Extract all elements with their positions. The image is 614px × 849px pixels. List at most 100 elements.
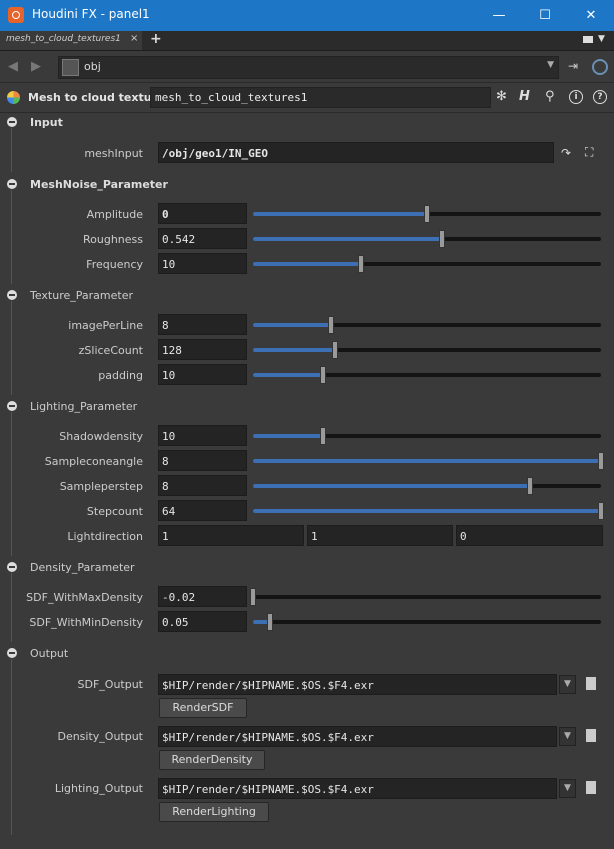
link-circle-icon[interactable] (592, 59, 608, 75)
slider-fill (253, 434, 323, 438)
operator-type-icon[interactable] (7, 91, 20, 104)
question-icon[interactable]: ? (593, 90, 607, 104)
z-slice-count-slider[interactable] (253, 341, 601, 359)
node-select-icon[interactable]: ⛶ (585, 145, 593, 160)
collapse-icon[interactable] (7, 562, 17, 572)
slider-handle[interactable] (598, 502, 604, 520)
field-value: /obj/geo1/IN_GEO (162, 147, 268, 160)
section-mesh-noise[interactable]: MeshNoise_Parameter (0, 178, 614, 194)
light-direction-z-field[interactable]: 0 (456, 525, 603, 546)
sdf-min-density-slider[interactable] (253, 613, 601, 631)
section-lighting[interactable]: Lighting_Parameter (0, 400, 614, 416)
sample-per-step-slider[interactable] (253, 477, 601, 495)
frequency-slider[interactable] (253, 255, 601, 273)
slider-handle[interactable] (331, 341, 338, 359)
section-title: Density_Parameter (30, 561, 135, 574)
collapse-icon[interactable] (7, 179, 17, 189)
slider-handle[interactable] (250, 588, 256, 606)
slider-handle[interactable] (424, 205, 430, 223)
info-icon[interactable]: i (569, 90, 583, 104)
gear-icon[interactable]: ✻ (496, 89, 507, 104)
field-value: -0.02 (162, 591, 196, 604)
section-title: MeshNoise_Parameter (30, 178, 168, 191)
slider-fill (253, 323, 332, 327)
sdf-max-density-slider[interactable] (250, 588, 601, 606)
render-lighting-button[interactable]: RenderLighting (159, 802, 269, 822)
section-density[interactable]: Density_Parameter (0, 561, 614, 577)
lighting-output-dropdown[interactable]: ▼ (559, 779, 576, 798)
close-window-button[interactable]: ✕ (568, 0, 614, 31)
sdf-max-density-field[interactable]: -0.02 (158, 586, 247, 607)
slider-handle[interactable] (438, 230, 445, 248)
slider-fill (253, 237, 442, 241)
collapse-icon[interactable] (7, 648, 17, 658)
file-browse-icon[interactable] (586, 677, 596, 690)
file-browse-icon[interactable] (586, 729, 596, 742)
add-tab-button[interactable]: + (150, 31, 162, 47)
help-h-icon[interactable]: H (519, 89, 530, 104)
sample-per-step-field[interactable]: 8 (158, 475, 247, 496)
param-label: padding (98, 369, 143, 382)
chevron-down-icon[interactable]: ▼ (598, 34, 605, 44)
operator-name-field[interactable]: mesh_to_cloud_textures1 (150, 87, 491, 108)
slider-handle[interactable] (267, 613, 274, 631)
sdf-output-dropdown[interactable]: ▼ (559, 675, 576, 694)
amplitude-slider[interactable] (253, 205, 601, 223)
maximize-button[interactable]: ☐ (522, 0, 568, 31)
path-dropdown-icon[interactable]: ▼ (547, 60, 554, 70)
forward-arrow-icon[interactable]: ▶ (31, 59, 41, 74)
sdf-min-density-field[interactable]: 0.05 (158, 611, 247, 632)
collapse-icon[interactable] (7, 401, 17, 411)
padding-field[interactable]: 10 (158, 364, 247, 385)
collapse-icon[interactable] (7, 290, 17, 300)
slider-handle[interactable] (526, 477, 533, 495)
field-value: 0.542 (162, 233, 196, 246)
frequency-field[interactable]: 10 (158, 253, 247, 274)
field-value: 1 (311, 530, 318, 543)
amplitude-field[interactable]: 0 (158, 203, 247, 224)
roughness-slider[interactable] (253, 230, 601, 248)
light-direction-y-field[interactable]: 1 (307, 525, 453, 546)
sdf-output-field[interactable]: $HIP/render/$HIPNAME.$OS.$F4.exr (158, 674, 557, 695)
slider-fill (253, 484, 530, 488)
shadow-density-slider[interactable] (253, 427, 601, 445)
file-browse-icon[interactable] (586, 781, 596, 794)
network-path-field[interactable]: obj ▼ (58, 56, 559, 79)
sample-cone-angle-field[interactable]: 8 (158, 450, 247, 471)
lighting-output-field[interactable]: $HIP/render/$HIPNAME.$OS.$F4.exr (158, 778, 557, 799)
slider-handle[interactable] (319, 427, 326, 445)
minimize-button[interactable]: — (476, 0, 522, 31)
pin-icon[interactable]: ⇥ (568, 59, 578, 73)
collapse-icon[interactable] (7, 117, 17, 127)
path-bar: ◀ ▶ obj ▼ ⇥ (0, 51, 614, 83)
slider-handle[interactable] (598, 452, 604, 470)
padding-slider[interactable] (253, 366, 601, 384)
slider-handle[interactable] (328, 316, 335, 334)
step-count-slider[interactable] (253, 502, 604, 520)
close-tab-icon[interactable]: × (130, 33, 138, 44)
render-sdf-button[interactable]: RenderSDF (159, 698, 247, 718)
section-input[interactable]: Input (0, 116, 614, 132)
density-output-field[interactable]: $HIP/render/$HIPNAME.$OS.$F4.exr (158, 726, 557, 747)
density-output-dropdown[interactable]: ▼ (559, 727, 576, 746)
section-texture[interactable]: Texture_Parameter (0, 289, 614, 305)
z-slice-count-field[interactable]: 128 (158, 339, 247, 360)
roughness-field[interactable]: 0.542 (158, 228, 247, 249)
section-output[interactable]: Output (0, 647, 614, 663)
render-density-button[interactable]: RenderDensity (159, 750, 265, 770)
back-arrow-icon[interactable]: ◀ (8, 59, 18, 74)
sample-cone-angle-slider[interactable] (253, 452, 604, 470)
light-direction-x-field[interactable]: 1 (158, 525, 304, 546)
slider-handle[interactable] (319, 366, 326, 384)
mesh-input-field[interactable]: /obj/geo1/IN_GEO (158, 142, 554, 163)
search-icon[interactable]: ⚲ (545, 89, 555, 104)
step-count-field[interactable]: 64 (158, 500, 247, 521)
jump-arrow-icon[interactable]: ↷ (561, 146, 571, 160)
image-per-line-slider[interactable] (253, 316, 601, 334)
field-value: 64 (162, 505, 176, 518)
slider-handle[interactable] (357, 255, 364, 273)
image-per-line-field[interactable]: 8 (158, 314, 247, 335)
shadow-density-field[interactable]: 10 (158, 425, 247, 446)
pane-layout-icon[interactable] (583, 36, 593, 43)
tab-mesh-to-cloud[interactable]: mesh_to_cloud_textures1 × (0, 31, 142, 50)
